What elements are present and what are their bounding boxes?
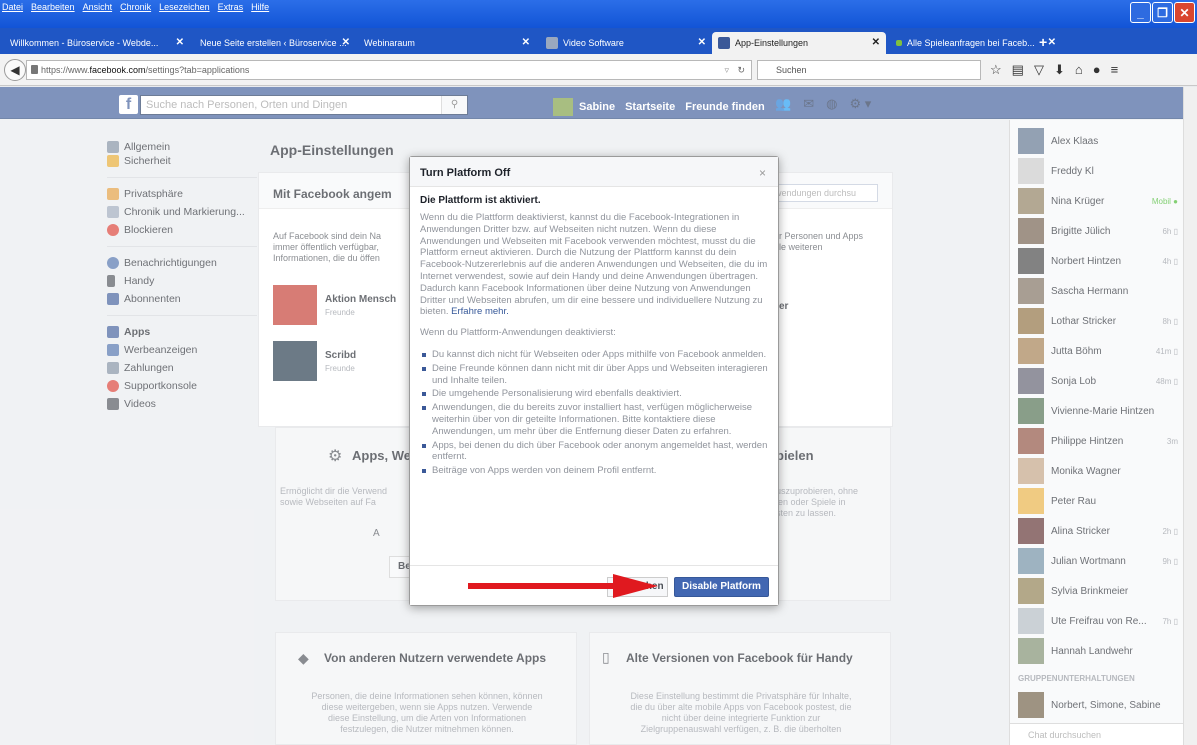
dialog-heading: Die Plattform ist aktiviert. xyxy=(420,195,541,206)
consequences-list: Du kannst dich nicht für Webseiten oder … xyxy=(420,349,768,477)
menu-view[interactable]: Ansicht xyxy=(83,0,113,14)
page-scrollbar[interactable] xyxy=(1183,87,1197,745)
menu-help[interactable]: Hilfe xyxy=(251,0,269,14)
window-controls: _ ❐ ✕ xyxy=(1130,2,1195,23)
tab-title: Video Software xyxy=(563,38,624,48)
dropdown-arrow-icon[interactable]: ▿ xyxy=(724,61,729,79)
tab-close-icon[interactable]: ✕ xyxy=(1048,37,1056,48)
lock-icon xyxy=(31,65,38,74)
menu-bar: Datei Bearbeiten Ansicht Chronik Lesezei… xyxy=(0,0,269,14)
list-item: Anwendungen, die du bereits zuvor instal… xyxy=(420,402,768,437)
menu-hamburger-icon[interactable]: ≡ xyxy=(1111,62,1119,78)
search-placeholder: Suchen xyxy=(776,65,807,75)
new-tab-button[interactable]: + xyxy=(1039,34,1047,50)
tab-title: Neue Seite erstellen ‹ Büroservice ... xyxy=(200,38,347,48)
menu-tools[interactable]: Extras xyxy=(218,0,244,14)
chat-icon[interactable]: ● xyxy=(1093,62,1101,78)
tab-close-icon[interactable]: ✕ xyxy=(522,37,530,48)
pocket-icon[interactable]: ▽ xyxy=(1034,62,1044,78)
maximize-button[interactable]: ❐ xyxy=(1152,2,1173,23)
video-favicon-icon xyxy=(546,37,558,49)
list-item: Die umgehende Personalisierung wird eben… xyxy=(420,388,768,400)
facebook-favicon-icon xyxy=(718,37,730,49)
tab-title: Webinaraum xyxy=(364,38,415,48)
reload-icon[interactable]: ↻ xyxy=(737,61,745,79)
close-icon[interactable]: × xyxy=(759,166,766,180)
tab-strip: Willkommen - Büroservice - Webde... ✕ Neu… xyxy=(0,28,1197,54)
toolbar-icons: ☆ ▤ ▽ ⬇ ⌂ ● ≡ xyxy=(990,62,1118,78)
tab-6[interactable]: Alle Spieleanfragen bei Faceb... ✕ xyxy=(890,32,1062,54)
bookmark-star-icon[interactable]: ☆ xyxy=(990,62,1002,78)
minimize-button[interactable]: _ xyxy=(1130,2,1151,23)
dialog-paragraph: Wenn du die Plattform deaktivierst, kann… xyxy=(420,212,768,318)
tab-close-icon[interactable]: ✕ xyxy=(872,37,880,48)
home-icon[interactable]: ⌂ xyxy=(1075,62,1083,78)
list-item: Du kannst dich nicht für Webseiten oder … xyxy=(420,349,768,361)
window-titlebar: Datei Bearbeiten Ansicht Chronik Lesezei… xyxy=(0,0,1197,28)
bookmarks-list-icon[interactable]: ▤ xyxy=(1012,62,1024,78)
tab-1[interactable]: Willkommen - Büroservice - Webde... ✕ xyxy=(4,32,190,54)
list-item: Apps, bei denen du dich über Facebook od… xyxy=(420,440,768,464)
dialog-subheading: Wenn du Plattform-Anwendungen deaktivier… xyxy=(420,327,616,339)
navigation-bar: ◀ https://www.facebook.com/settings?tab=… xyxy=(0,54,1197,86)
tab-3[interactable]: Webinaraum ✕ xyxy=(358,32,536,54)
menu-edit[interactable]: Bearbeiten xyxy=(31,0,75,14)
tab-title: Alle Spieleanfragen bei Faceb... xyxy=(907,38,1035,48)
list-item: Beiträge von Apps werden von deinem Prof… xyxy=(420,465,768,477)
turn-platform-off-dialog: Turn Platform Off × Die Plattform ist ak… xyxy=(409,156,779,606)
disable-platform-button[interactable]: Disable Platform xyxy=(674,577,769,597)
url-domain: facebook.com xyxy=(89,65,146,75)
url-path: /settings?tab=applications xyxy=(145,65,250,75)
close-window-button[interactable]: ✕ xyxy=(1174,2,1195,23)
url-prefix: https://www. xyxy=(41,65,90,75)
paragraph-text: Wenn du die Plattform deaktivierst, kann… xyxy=(420,212,768,318)
tab-4[interactable]: Video Software ✕ xyxy=(540,32,712,54)
tab-close-icon[interactable]: ✕ xyxy=(342,37,350,48)
tab-title: Willkommen - Büroservice - Webde... xyxy=(10,38,159,48)
tab-2[interactable]: Neue Seite erstellen ‹ Büroservice ... ✕ xyxy=(194,32,356,54)
tab-close-icon[interactable]: ✕ xyxy=(176,37,184,48)
game-favicon-icon xyxy=(896,40,902,46)
browser-search-field[interactable]: Suchen xyxy=(757,60,981,80)
download-icon[interactable]: ⬇ xyxy=(1054,62,1065,78)
menu-history[interactable]: Chronik xyxy=(120,0,151,14)
menu-file[interactable]: Datei xyxy=(2,0,23,14)
tab-title: App-Einstellungen xyxy=(735,38,809,48)
back-button[interactable]: ◀ xyxy=(4,59,26,81)
url-bar[interactable]: https://www.facebook.com/settings?tab=ap… xyxy=(26,60,752,80)
list-item: Deine Freunde können dann nicht mit dir … xyxy=(420,363,768,387)
dialog-body: Die Plattform ist aktiviert. Wenn du die… xyxy=(410,187,778,477)
tab-5-active[interactable]: App-Einstellungen ✕ xyxy=(712,32,886,54)
red-arrow-annotation xyxy=(468,574,658,598)
menu-bookmarks[interactable]: Lesezeichen xyxy=(159,0,210,14)
dialog-title: Turn Platform Off xyxy=(410,157,778,187)
tab-close-icon[interactable]: ✕ xyxy=(698,37,706,48)
learn-more-link[interactable]: Erfahre mehr. xyxy=(451,306,509,317)
